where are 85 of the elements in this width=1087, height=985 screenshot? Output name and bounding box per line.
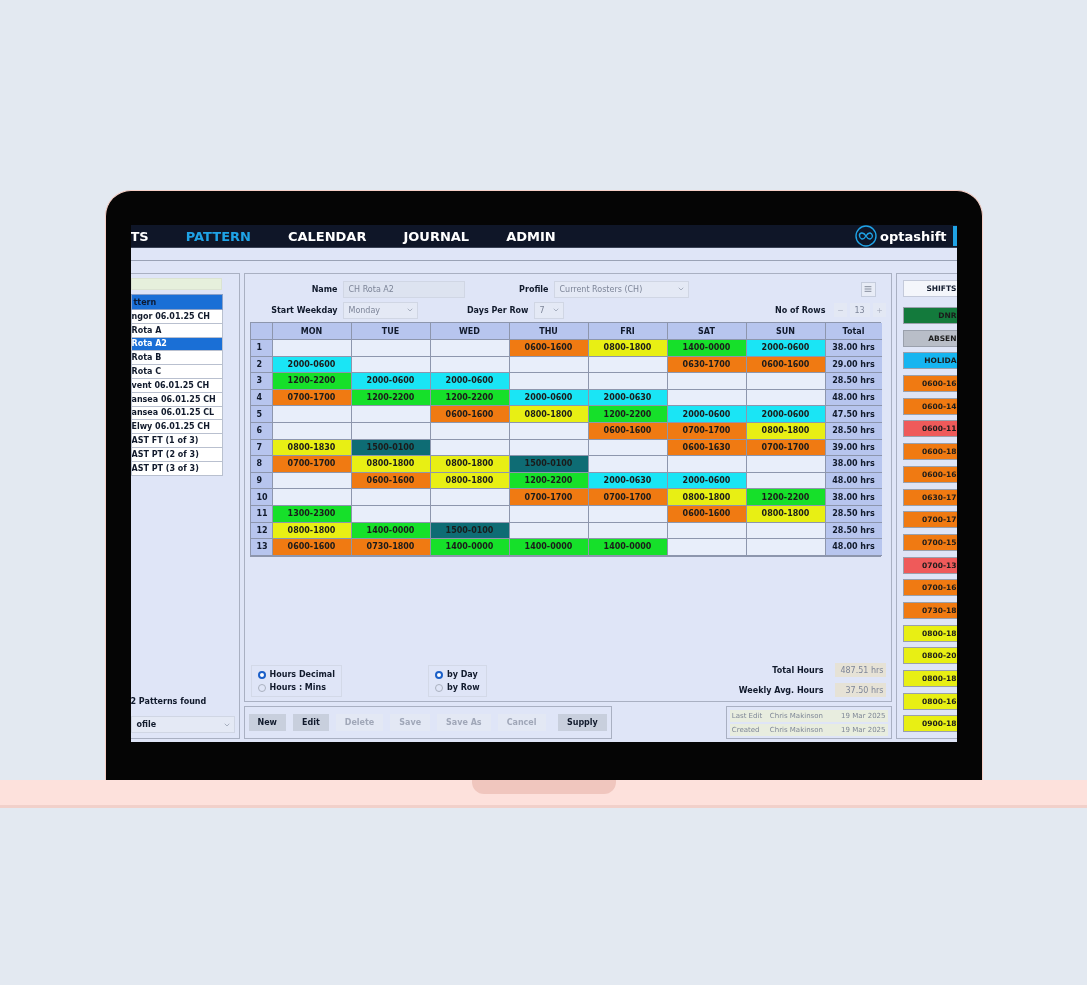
shift-cell[interactable]: 0800-1800 <box>430 456 510 473</box>
column-header: THU <box>509 323 589 340</box>
radio-option[interactable]: by Day <box>434 670 480 680</box>
increment-button[interactable] <box>872 303 886 317</box>
search-field[interactable] <box>130 278 222 290</box>
infinity-logo-icon <box>854 225 877 247</box>
start-weekday-label: Start Weekday <box>270 305 338 315</box>
column-header: SUN <box>746 323 826 340</box>
row-number: 10 <box>250 489 273 506</box>
column-header: MON <box>272 323 352 340</box>
row-total: 38.00 hrs <box>825 340 882 357</box>
row-number: 5 <box>250 406 273 423</box>
nav-tab[interactable]: JOURNAL <box>403 228 470 244</box>
row-number: 1 <box>250 340 273 357</box>
total-label: Weekly Avg. Hours <box>738 685 824 695</box>
shift-cell[interactable]: 2000-0600 <box>351 373 431 390</box>
shift-cell[interactable]: 1400-0000 <box>509 539 589 556</box>
shift-cell[interactable]: 0600-1600 <box>272 539 352 556</box>
days-per-row-label: Days Per Row <box>465 305 529 315</box>
shift-cell[interactable]: 0800-1800 <box>667 489 747 506</box>
profile-dropdown[interactable]: ofile <box>130 716 235 734</box>
total-value: 37.50 hrs <box>834 683 886 698</box>
row-total: 28.50 hrs <box>825 373 882 390</box>
nav-tab[interactable]: ADMIN <box>506 228 556 244</box>
name-label: Name <box>310 284 338 294</box>
chevron-down-icon <box>551 306 560 314</box>
action-button[interactable]: Edit <box>293 714 329 732</box>
shift-cell[interactable]: 1200-2200 <box>588 406 668 423</box>
list-header: ttern <box>130 294 223 310</box>
row-total: 38.00 hrs <box>825 489 882 506</box>
column-header: TUE <box>351 323 431 340</box>
logo-text: optashift <box>879 228 947 244</box>
total-label: Total Hours <box>772 665 824 675</box>
column-header: SAT <box>667 323 747 340</box>
pattern-item[interactable]: Elwy 06.01.25 CH <box>130 420 223 435</box>
pattern-item[interactable]: Rota B <box>130 351 223 366</box>
shift-cell[interactable]: 0730-1800 <box>351 539 431 556</box>
action-button[interactable]: New <box>248 714 286 732</box>
radio-option[interactable]: Hours : Mins <box>257 683 335 693</box>
shift-cell[interactable]: 0600-1600 <box>509 340 589 357</box>
radio-option[interactable]: by Row <box>434 683 480 693</box>
shift-cell[interactable]: 0800-1800 <box>509 406 589 423</box>
shift-cell[interactable]: 1400-0000 <box>588 539 668 556</box>
patterns-count: 2 Patterns found <box>130 697 208 707</box>
row-number: 3 <box>250 373 273 390</box>
row-total: 48.00 hrs <box>825 539 882 556</box>
shift-cell[interactable]: 2000-0600 <box>430 373 510 390</box>
column-header: Total <box>825 323 882 340</box>
list-icon <box>864 285 872 293</box>
shift-cell[interactable]: 0700-1700 <box>588 489 668 506</box>
shift-cell[interactable]: 2000-0600 <box>667 406 747 423</box>
action-button[interactable]: Supply <box>557 714 607 732</box>
column-header: WED <box>430 323 510 340</box>
rows-label: No of Rows <box>774 305 826 315</box>
radio-option[interactable]: Hours Decimal <box>257 670 335 680</box>
shift-cell[interactable]: 0600-1600 <box>430 406 510 423</box>
nav-tab[interactable]: TS <box>130 228 149 244</box>
shift-cell[interactable]: 0700-1700 <box>509 489 589 506</box>
nav-tab[interactable]: CALENDAR <box>287 228 367 244</box>
shift-cell[interactable]: 2000-0600 <box>746 406 826 423</box>
shift-cell[interactable]: 1400-0000 <box>667 340 747 357</box>
total-value: 487.51 hrs <box>834 663 886 678</box>
pattern-item[interactable]: Rota C <box>130 365 223 379</box>
nav-tab[interactable]: PATTERN <box>185 228 251 244</box>
pattern-item[interactable]: ngor 06.01.25 CH <box>130 310 223 324</box>
options-button[interactable] <box>860 281 876 297</box>
shift-cell[interactable]: 0800-1800 <box>351 456 431 473</box>
decrement-button[interactable] <box>833 303 847 317</box>
row-total: 38.00 hrs <box>825 456 882 473</box>
shift-cell[interactable]: 1200-2200 <box>746 489 826 506</box>
row-number: 13 <box>250 539 273 556</box>
column-header: FRI <box>588 323 668 340</box>
profile-label: Profile <box>518 284 549 294</box>
pattern-item[interactable]: AST FT (1 of 3) <box>130 434 223 448</box>
shift-cell[interactable]: 2000-0600 <box>746 340 826 357</box>
shift-cell[interactable]: 0700-1700 <box>272 456 352 473</box>
shift-cell[interactable]: 1400-0000 <box>430 539 510 556</box>
shift-cell[interactable]: 1200-2200 <box>272 373 352 390</box>
row-total: 47.50 hrs <box>825 406 882 423</box>
logo-badge <box>952 226 957 246</box>
plus-icon <box>875 306 883 314</box>
chevron-down-icon <box>676 285 685 293</box>
shift-cell[interactable]: 0800-1800 <box>588 340 668 357</box>
chevron-down-icon <box>405 306 414 314</box>
row-number: 8 <box>250 456 273 473</box>
